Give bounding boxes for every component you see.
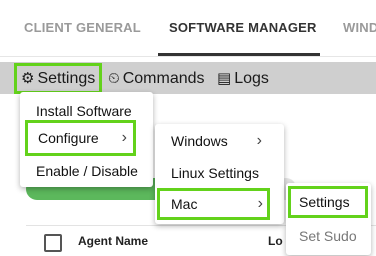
- menu-item-windows[interactable]: Windows ›: [155, 128, 284, 154]
- mac-submenu: Settings Set Sudo: [286, 183, 371, 255]
- configure-submenu: Windows › Linux Settings Mac ›: [155, 124, 284, 224]
- menu-item-set-sudo[interactable]: Set Sudo: [286, 223, 371, 249]
- settings-label: Settings: [37, 70, 96, 87]
- tab-bar: CLIENT GENERAL SOFTWARE MANAGER WIND: [0, 0, 376, 57]
- menu-item-label: Set Sudo: [299, 228, 357, 244]
- chevron-right-icon: ›: [256, 132, 262, 149]
- logs-label: Logs: [234, 70, 269, 87]
- menu-item-mac-settings[interactable]: Settings: [288, 186, 368, 218]
- menu-item-enable-disable[interactable]: Enable / Disable: [20, 158, 153, 184]
- column-agent-name[interactable]: Agent Name: [78, 234, 148, 248]
- tab-client-general[interactable]: CLIENT GENERAL: [24, 20, 141, 35]
- menu-item-label: Windows: [171, 133, 228, 149]
- tab-software-manager[interactable]: SOFTWARE MANAGER: [169, 20, 317, 35]
- menu-item-label: Enable / Disable: [36, 163, 138, 179]
- gear-icon: ⚙: [21, 70, 35, 87]
- menu-item-label: Mac: [171, 196, 198, 212]
- select-all-checkbox[interactable]: [44, 234, 62, 252]
- column-header-truncated[interactable]: Lo: [268, 234, 283, 248]
- settings-menu-button[interactable]: ⚙ Settings: [14, 63, 103, 94]
- clock-icon: ⏲: [108, 70, 120, 87]
- chevron-right-icon: ›: [257, 195, 263, 212]
- menu-item-label: Configure: [38, 130, 99, 146]
- list-icon: ▤: [217, 70, 232, 87]
- commands-label: Commands: [122, 70, 205, 87]
- menu-item-label: Settings: [299, 194, 350, 210]
- menu-item-linux-settings[interactable]: Linux Settings: [155, 160, 284, 186]
- menu-item-label: Linux Settings: [171, 165, 259, 181]
- active-tab-indicator: [158, 53, 320, 56]
- toolbar: ⚙ Settings ⏲ Commands ▤ Logs: [0, 62, 376, 94]
- menu-item-configure[interactable]: Configure ›: [25, 120, 136, 156]
- settings-dropdown-menu: Install Software Configure › Enable / Di…: [20, 92, 153, 187]
- menu-item-mac[interactable]: Mac ›: [157, 188, 270, 220]
- commands-menu-button[interactable]: ⏲ Commands: [108, 66, 205, 91]
- logs-menu-button[interactable]: ▤ Logs: [217, 66, 269, 91]
- tab-windows[interactable]: WIND: [343, 20, 376, 35]
- chevron-right-icon: ›: [121, 129, 127, 146]
